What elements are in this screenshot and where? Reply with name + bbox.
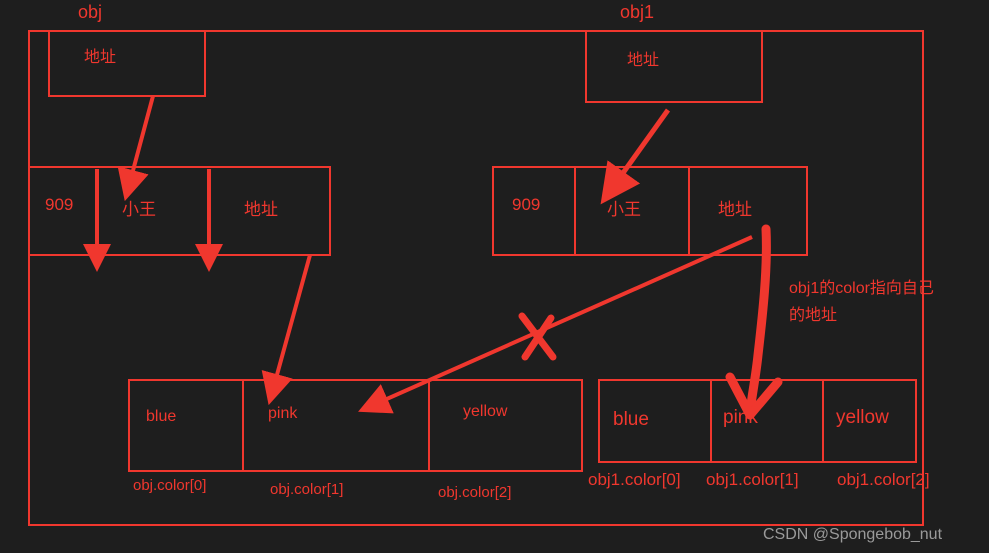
obj-color-divider-2 (428, 381, 430, 470)
watermark: CSDN @Spongebob_nut (763, 526, 943, 543)
obj-title: obj (78, 2, 103, 22)
obj1-color-label-2: obj1.color[2] (837, 470, 930, 489)
obj-field-address: 地址 (244, 200, 278, 219)
obj1-field-divider-1 (574, 168, 576, 254)
obj1-address-box-label: 地址 (627, 52, 660, 69)
obj1-color-value-0: blue (613, 409, 649, 430)
obj1-color-label-0: obj1.color[0] (588, 470, 681, 489)
obj1-field-909: 909 (512, 195, 541, 214)
diagram-canvas: obj obj1 地址 地址 909 小王 地址 909 小王 地址 blue … (0, 0, 989, 553)
obj1-color-label-1: obj1.color[1] (706, 470, 799, 489)
obj-address-box-label: 地址 (84, 49, 117, 66)
obj1-field-address: 地址 (718, 200, 752, 219)
obj-field-909: 909 (45, 195, 74, 214)
obj-color-divider-1 (242, 381, 244, 470)
obj-color-label-2: obj.color[2] (438, 484, 512, 501)
obj1-field-divider-2 (688, 168, 690, 254)
obj-color-value-1: pink (268, 405, 298, 422)
obj1-color-annotation: obj1的color指向自己 的地址 (789, 280, 934, 324)
obj1-color-divider-1 (710, 381, 712, 461)
obj1-title: obj1 (620, 2, 655, 22)
obj1-color-value-2: yellow (836, 407, 889, 428)
obj1-field-name: 小王 (607, 200, 641, 219)
obj-color-label-1: obj.color[1] (270, 481, 344, 498)
obj-color-array (128, 379, 583, 472)
obj-field-row (28, 166, 331, 256)
obj-color-value-0: blue (146, 408, 177, 425)
obj-field-name: 小王 (122, 200, 156, 219)
obj-color-value-2: yellow (463, 403, 508, 420)
obj1-address-box (585, 30, 763, 103)
obj1-color-divider-2 (822, 381, 824, 461)
obj1-color-value-1: pink (723, 407, 758, 428)
obj-address-box (48, 30, 206, 97)
obj-color-label-0: obj.color[0] (133, 477, 207, 494)
